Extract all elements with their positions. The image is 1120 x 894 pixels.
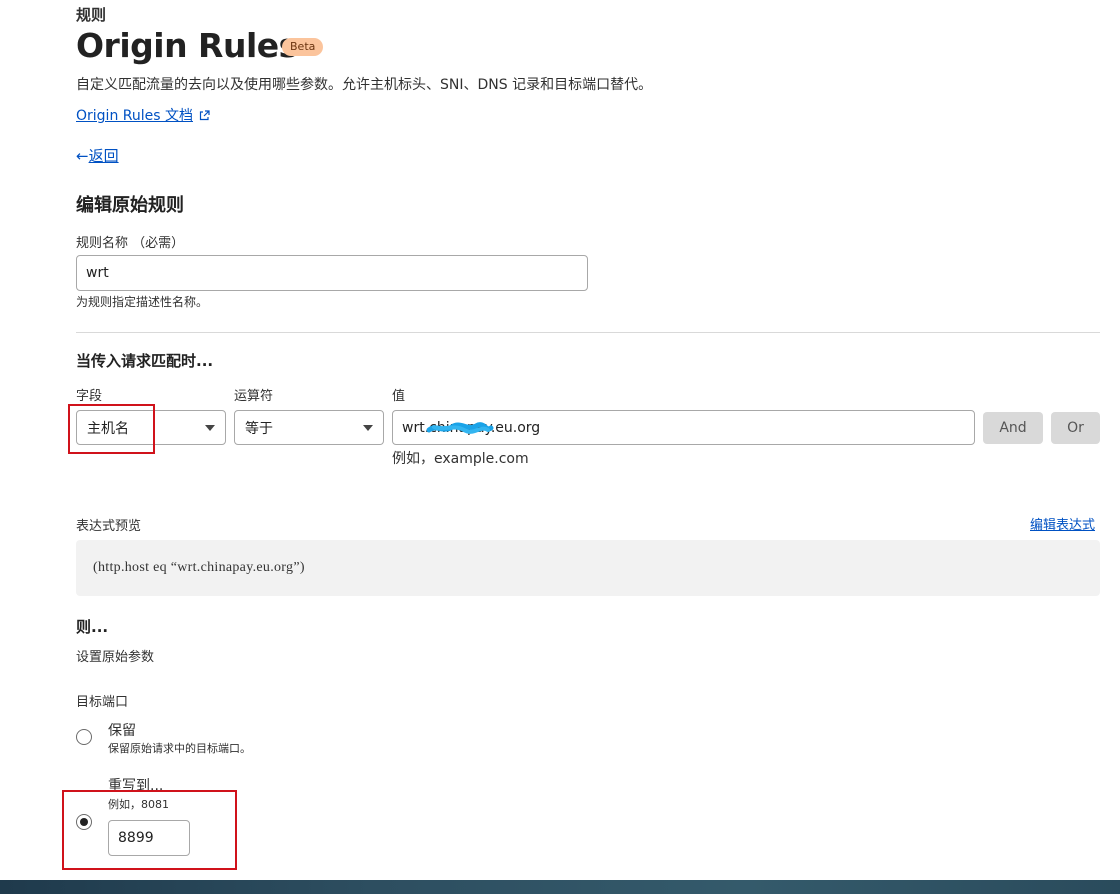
value-label: 值 — [392, 389, 406, 404]
external-link-icon — [199, 109, 210, 125]
value-help: 例如，example.com — [392, 451, 529, 467]
docs-link[interactable]: Origin Rules 文档 — [76, 105, 210, 125]
breadcrumb: 规则 — [76, 6, 107, 24]
section-title: 编辑原始规则 — [76, 195, 184, 216]
back-arrow-icon: ← — [76, 147, 89, 165]
then-title: 则... — [76, 618, 109, 636]
then-subtitle: 设置原始参数 — [76, 650, 155, 665]
preserve-radio[interactable] — [76, 729, 92, 745]
redaction-scribble — [426, 422, 494, 434]
rule-name-label: 规则名称 （必需） — [76, 236, 185, 251]
docs-link-label: Origin Rules 文档 — [76, 108, 193, 124]
beta-badge: Beta — [282, 38, 324, 56]
operator-label: 运算符 — [234, 389, 274, 404]
match-title: 当传入请求匹配时... — [76, 352, 214, 370]
preserve-label: 保留 — [108, 723, 136, 739]
rule-name-help: 为规则指定描述性名称。 — [76, 295, 209, 309]
dest-port-label: 目标端口 — [76, 695, 129, 710]
preserve-help: 保留原始请求中的目标端口。 — [108, 742, 251, 755]
chevron-down-icon — [205, 424, 215, 431]
page-description: 自定义匹配流量的去向以及使用哪些参数。允许主机标头、SNI、DNS 记录和目标端… — [76, 77, 653, 93]
page-title: Origin Rules — [76, 26, 298, 65]
back-link[interactable]: ←返回 — [76, 145, 119, 166]
rule-name-input[interactable] — [76, 255, 588, 291]
edit-expression-link[interactable]: 编辑表达式 — [1030, 514, 1095, 533]
back-link-label: 返回 — [88, 147, 119, 165]
expression-label: 表达式预览 — [76, 519, 142, 534]
or-button[interactable]: Or — [1051, 412, 1100, 444]
operator-select-value: 等于 — [245, 420, 273, 437]
expression-text: (http.host eq “wrt.chinapay.eu.org”) — [93, 560, 305, 575]
divider — [76, 332, 1100, 333]
highlight-box — [68, 404, 155, 454]
chevron-down-icon — [363, 424, 373, 431]
operator-select[interactable]: 等于 — [234, 410, 384, 445]
and-button[interactable]: And — [983, 412, 1043, 444]
field-label: 字段 — [76, 389, 103, 404]
taskbar-strip — [0, 880, 1120, 894]
highlight-box — [62, 790, 237, 870]
